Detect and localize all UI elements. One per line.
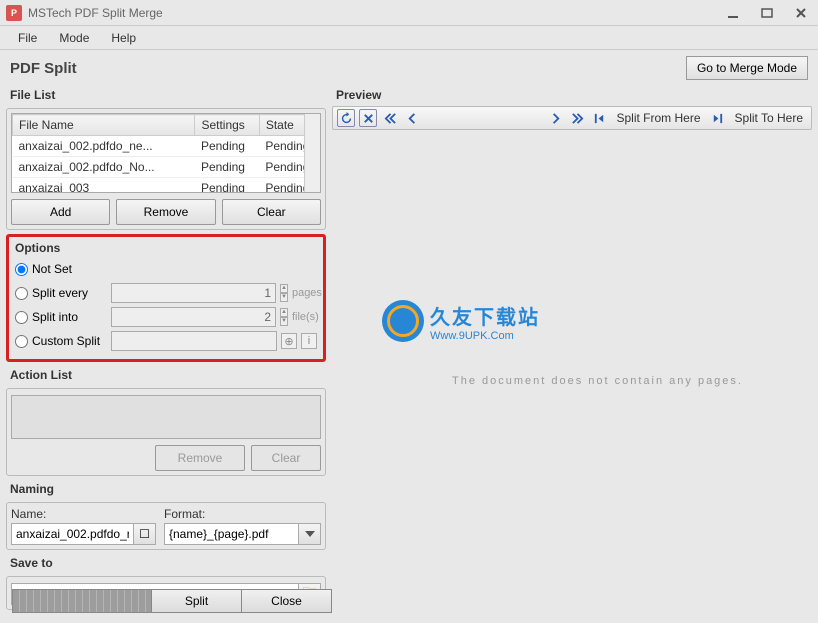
table-row[interactable]: anxaizai_002.pdfdo_No...PendingPending xyxy=(13,157,320,178)
split-to-marker-icon[interactable] xyxy=(709,109,727,127)
page-title: PDF Split xyxy=(10,60,686,77)
prev-page-icon[interactable] xyxy=(403,109,421,127)
close-app-button[interactable]: Close xyxy=(242,589,332,613)
empty-document-message: The document does not contain any pages. xyxy=(452,375,743,387)
format-dropdown-icon[interactable] xyxy=(299,523,321,545)
titlebar: P MSTech PDF Split Merge xyxy=(0,0,818,26)
option-split-into[interactable]: Split into xyxy=(15,310,107,324)
watermark-text-en: Www.9UPK.Com xyxy=(430,330,540,342)
format-field-label: Format: xyxy=(164,507,321,521)
action-list-box[interactable] xyxy=(11,395,321,439)
action-list-panel: Remove Clear xyxy=(6,388,326,476)
first-page-icon[interactable] xyxy=(381,109,399,127)
name-picker-icon[interactable]: ☐ xyxy=(134,523,156,545)
watermark-text-cn: 久友下载站 xyxy=(430,301,540,330)
file-list-label: File List xyxy=(6,86,326,104)
split-every-unit: pages xyxy=(292,287,322,299)
clear-button[interactable]: Clear xyxy=(222,199,321,225)
menubar: File Mode Help xyxy=(0,26,818,50)
action-remove-button[interactable]: Remove xyxy=(155,445,245,471)
options-label: Options xyxy=(15,241,317,257)
option-not-set[interactable]: Not Set xyxy=(15,262,107,276)
radio-custom-split[interactable] xyxy=(15,335,28,348)
naming-panel: Name: ☐ Format: xyxy=(6,502,326,550)
table-row[interactable]: anxaizai_002.pdfdo_ne...PendingPending xyxy=(13,136,320,157)
spin-up-icon[interactable]: ▲ xyxy=(280,308,288,317)
radio-not-set[interactable] xyxy=(15,263,28,276)
naming-label: Naming xyxy=(6,480,326,498)
save-to-label: Save to xyxy=(6,554,326,572)
file-list-panel: File Name Settings State anxaizai_002.pd… xyxy=(6,108,326,230)
progress-bar xyxy=(12,589,152,613)
action-list-label: Action List xyxy=(6,366,326,384)
close-button[interactable] xyxy=(790,4,812,22)
radio-split-into[interactable] xyxy=(15,311,28,324)
minimize-button[interactable] xyxy=(722,4,744,22)
app-window: P MSTech PDF Split Merge File Mode Help … xyxy=(0,0,818,623)
app-icon: P xyxy=(6,5,22,21)
split-to-here-button[interactable]: Split To Here xyxy=(731,111,807,125)
action-clear-button[interactable]: Clear xyxy=(251,445,321,471)
name-input[interactable] xyxy=(11,523,134,545)
file-list-scrollbar[interactable] xyxy=(304,114,320,192)
preview-toolbar: Split From Here Split To Here xyxy=(332,106,812,130)
option-split-every[interactable]: Split every xyxy=(15,286,107,300)
file-table[interactable]: File Name Settings State anxaizai_002.pd… xyxy=(11,113,321,193)
format-input[interactable] xyxy=(164,523,299,545)
name-field-label: Name: xyxy=(11,507,156,521)
custom-split-input[interactable] xyxy=(111,331,277,351)
menu-file[interactable]: File xyxy=(8,29,47,47)
menu-mode[interactable]: Mode xyxy=(49,29,99,47)
watermark-logo: 久友下载站 Www.9UPK.Com xyxy=(382,300,540,342)
col-settings[interactable]: Settings xyxy=(195,115,259,136)
app-title: MSTech PDF Split Merge xyxy=(28,6,722,20)
menu-help[interactable]: Help xyxy=(101,29,146,47)
spin-up-icon[interactable]: ▲ xyxy=(280,284,288,293)
maximize-button[interactable] xyxy=(756,4,778,22)
refresh-icon[interactable] xyxy=(337,109,355,127)
radio-split-every[interactable] xyxy=(15,287,28,300)
add-button[interactable]: Add xyxy=(11,199,110,225)
options-panel: Options Not Set Split every ▲▼ pages Spl… xyxy=(6,234,326,362)
cancel-icon[interactable] xyxy=(359,109,377,127)
split-into-unit: file(s) xyxy=(292,311,319,323)
header-row: PDF Split Go to Merge Mode xyxy=(0,50,818,86)
remove-button[interactable]: Remove xyxy=(116,199,215,225)
last-page-icon[interactable] xyxy=(568,109,586,127)
table-row[interactable]: anxaizai_003PendingPending xyxy=(13,178,320,194)
split-from-marker-icon[interactable] xyxy=(590,109,608,127)
spin-down-icon[interactable]: ▼ xyxy=(280,317,288,326)
spin-down-icon[interactable]: ▼ xyxy=(280,293,288,302)
preview-area: 久友下载站 Www.9UPK.Com The document does not… xyxy=(332,130,812,617)
preview-label: Preview xyxy=(332,86,812,104)
split-button[interactable]: Split xyxy=(152,589,242,613)
add-range-icon[interactable]: ⊕ xyxy=(281,333,297,349)
split-from-here-button[interactable]: Split From Here xyxy=(612,111,704,125)
option-custom-split[interactable]: Custom Split xyxy=(15,334,107,348)
info-icon[interactable]: i xyxy=(301,333,317,349)
watermark-icon xyxy=(382,300,424,342)
bottom-bar: Split Close xyxy=(12,589,332,613)
go-to-merge-button[interactable]: Go to Merge Mode xyxy=(686,56,808,80)
split-every-input[interactable] xyxy=(111,283,276,303)
split-into-input[interactable] xyxy=(111,307,276,327)
next-page-icon[interactable] xyxy=(546,109,564,127)
col-file-name[interactable]: File Name xyxy=(13,115,195,136)
